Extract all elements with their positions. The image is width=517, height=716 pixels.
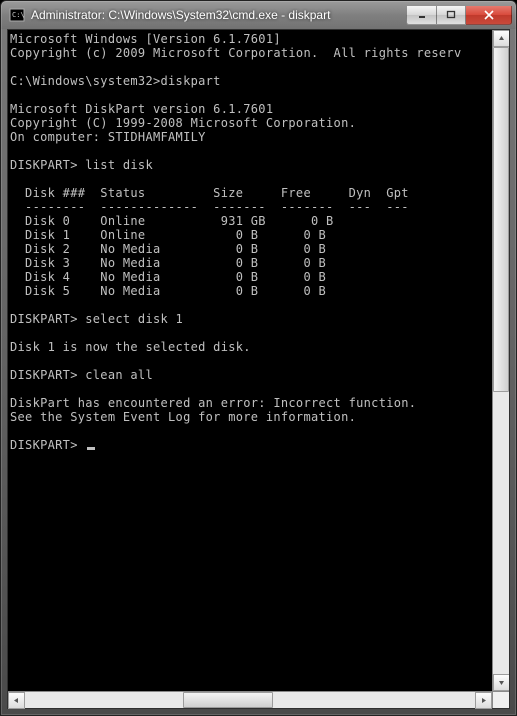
vertical-scrollbar[interactable] bbox=[492, 30, 509, 691]
terminal-line: Copyright (C) 1999-2008 Microsoft Corpor… bbox=[10, 116, 356, 130]
cursor-icon bbox=[87, 447, 95, 450]
scroll-down-button[interactable] bbox=[493, 674, 509, 691]
scroll-right-button[interactable] bbox=[475, 692, 492, 709]
terminal-line: Disk 2 No Media 0 B 0 B bbox=[10, 242, 326, 256]
titlebar[interactable]: C:\ Administrator: C:\Windows\System32\c… bbox=[1, 1, 516, 29]
scrollbar-corner bbox=[492, 691, 509, 708]
terminal-line: Disk 1 is now the selected disk. bbox=[10, 340, 251, 354]
terminal-line: DISKPART> clean all bbox=[10, 368, 153, 382]
terminal-line: Disk 5 No Media 0 B 0 B bbox=[10, 284, 326, 298]
terminal-line: Disk 1 Online 0 B 0 B bbox=[10, 228, 326, 242]
terminal-line: Copyright (c) 2009 Microsoft Corporation… bbox=[10, 46, 461, 60]
terminal-line: Disk ### Status Size Free Dyn Gpt bbox=[10, 186, 409, 200]
cmd-icon: C:\ bbox=[9, 7, 25, 23]
terminal-line: See the System Event Log for more inform… bbox=[10, 410, 356, 424]
window-buttons bbox=[406, 6, 512, 25]
scroll-up-button[interactable] bbox=[493, 30, 509, 47]
terminal-line: Disk 3 No Media 0 B 0 B bbox=[10, 256, 326, 270]
cmd-window: C:\ Administrator: C:\Windows\System32\c… bbox=[0, 0, 517, 716]
svg-text:C:\: C:\ bbox=[12, 11, 25, 19]
close-button[interactable] bbox=[466, 6, 512, 25]
client-area: Microsoft Windows [Version 6.1.7601] Cop… bbox=[7, 29, 510, 709]
scroll-thumb-horizontal[interactable] bbox=[183, 692, 273, 708]
scroll-track-horizontal[interactable] bbox=[25, 692, 475, 708]
minimize-button[interactable] bbox=[406, 6, 436, 25]
terminal-line: DISKPART> select disk 1 bbox=[10, 312, 183, 326]
maximize-button[interactable] bbox=[436, 6, 466, 25]
terminal-prompt: DISKPART> bbox=[10, 438, 85, 452]
terminal-line: C:\Windows\system32>diskpart bbox=[10, 74, 221, 88]
terminal-line: On computer: STIDHAMFAMILY bbox=[10, 130, 206, 144]
scroll-track-vertical[interactable] bbox=[493, 47, 509, 674]
terminal-line: DISKPART> list disk bbox=[10, 158, 153, 172]
terminal-line: Disk 4 No Media 0 B 0 B bbox=[10, 270, 326, 284]
terminal-output[interactable]: Microsoft Windows [Version 6.1.7601] Cop… bbox=[8, 30, 492, 691]
scroll-left-button[interactable] bbox=[8, 692, 25, 709]
terminal-line: -------- ------------- ------- ------- -… bbox=[10, 200, 409, 214]
terminal-line: Microsoft DiskPart version 6.1.7601 bbox=[10, 102, 273, 116]
terminal-line: Microsoft Windows [Version 6.1.7601] bbox=[10, 32, 281, 46]
horizontal-scrollbar[interactable] bbox=[8, 691, 492, 708]
terminal-line: Disk 0 Online 931 GB 0 B bbox=[10, 214, 334, 228]
terminal-line: DiskPart has encountered an error: Incor… bbox=[10, 396, 416, 410]
scroll-thumb-vertical[interactable] bbox=[493, 47, 509, 392]
window-title: Administrator: C:\Windows\System32\cmd.e… bbox=[31, 8, 406, 22]
